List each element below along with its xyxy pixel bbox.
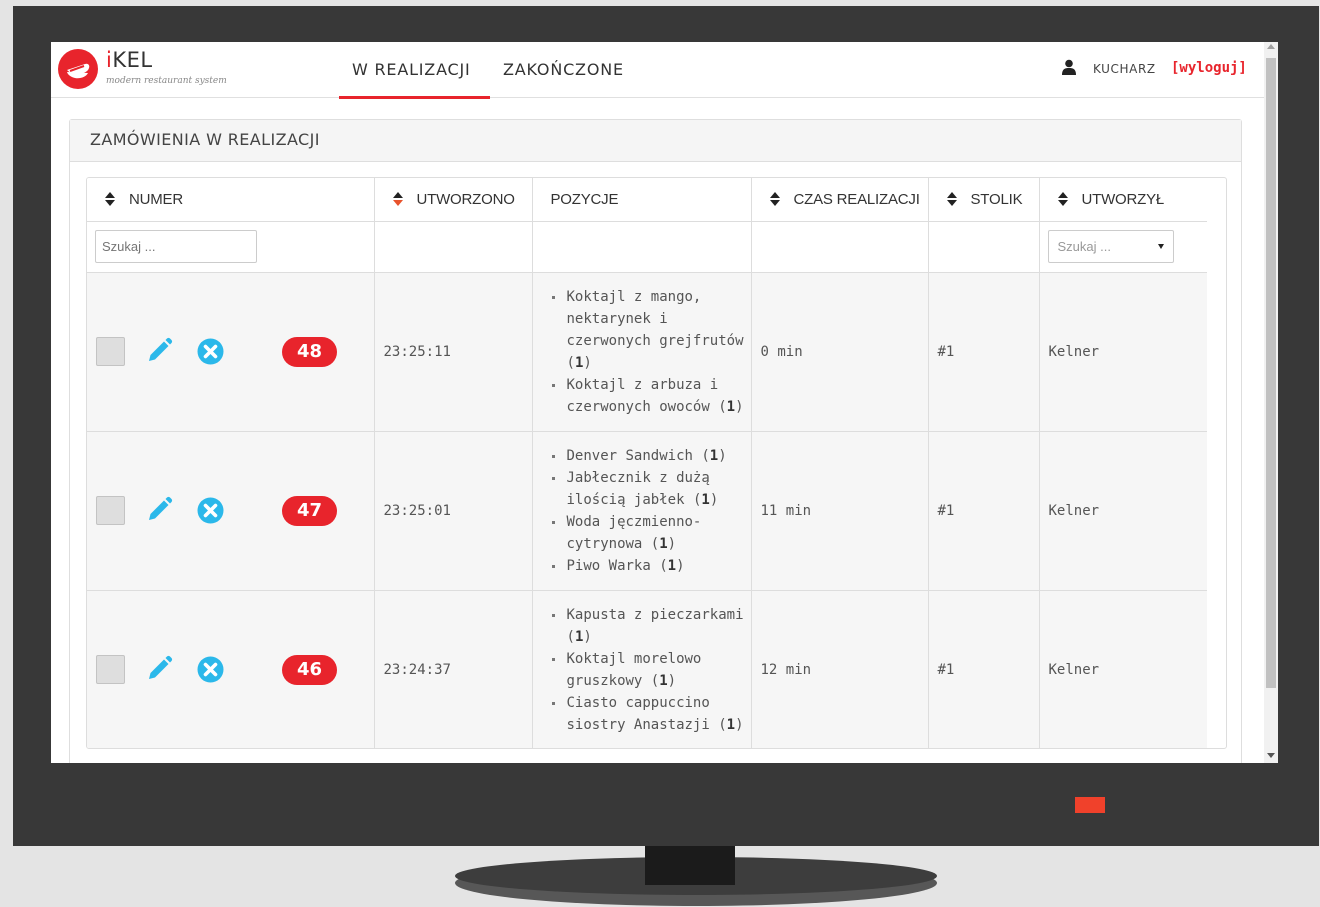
order-number-badge: 46 xyxy=(282,654,337,685)
row-checkbox[interactable] xyxy=(96,495,125,525)
sort-icon xyxy=(1057,191,1068,206)
app-screen: iKEL modern restaurant system W REALIZAC… xyxy=(51,42,1278,763)
pencil-icon[interactable] xyxy=(145,655,173,683)
created-cell: 23:25:01 xyxy=(374,431,533,591)
time-cell: 11 min xyxy=(751,431,929,591)
positions-cell: Denver Sandwich (1) Jabłecznik z dużą il… xyxy=(532,431,752,591)
cancel-icon[interactable] xyxy=(197,338,224,365)
list-item: Denver Sandwich (1) xyxy=(549,445,751,467)
scroll-down-arrow[interactable] xyxy=(1267,753,1275,758)
sort-icon xyxy=(105,191,115,206)
brand-name: iKEL xyxy=(106,48,153,72)
sort-desc-icon xyxy=(392,191,403,206)
active-tab-indicator xyxy=(339,96,490,99)
created-cell: 23:24:37 xyxy=(374,590,533,748)
table-cell: #1 xyxy=(928,272,1040,432)
list-item: Jabłecznik z dużą ilością jabłek (1) xyxy=(549,467,751,511)
user-icon xyxy=(1062,59,1076,75)
cancel-icon[interactable] xyxy=(197,497,224,524)
order-number-badge: 47 xyxy=(282,495,337,526)
monitor-neck xyxy=(645,846,735,885)
panel-title: ZAMÓWIENIA W REALIZACJI xyxy=(70,120,1241,162)
pencil-icon[interactable] xyxy=(145,337,173,365)
created-by-cell: Kelner xyxy=(1039,272,1207,432)
tab-finished[interactable]: ZAKOŃCZONE xyxy=(503,60,624,79)
time-cell: 12 min xyxy=(751,590,929,748)
logo-icon[interactable] xyxy=(58,49,98,89)
column-header-created-by[interactable]: UTWORZYŁ xyxy=(1039,178,1207,222)
column-header-created[interactable]: UTWORZONO xyxy=(374,178,533,222)
logout-link[interactable]: [wyloguj] xyxy=(1171,60,1247,76)
table-cell: #1 xyxy=(928,431,1040,591)
filter-row: Szukaj ... xyxy=(87,221,1207,273)
list-item: Ciasto cappuccino siostry Anastazji (1) xyxy=(549,692,751,736)
order-number-badge: 48 xyxy=(282,336,337,367)
list-item: Koktajl z mango, nektarynek i czerwonych… xyxy=(549,286,751,374)
table-row: 48 23:25:11 Koktajl z mango, nektarynek … xyxy=(87,272,1207,432)
power-led xyxy=(1075,797,1105,813)
time-cell: 0 min xyxy=(751,272,929,432)
list-item: Koktajl z arbuza i czerwonych owoców (1) xyxy=(549,374,751,418)
orders-panel: ZAMÓWIENIA W REALIZACJI NUMER UTWORZONO … xyxy=(69,119,1242,763)
list-item: Kapusta z pieczarkami (1) xyxy=(549,604,751,648)
column-header-positions: POZYCJE xyxy=(532,178,752,222)
number-search-input[interactable] xyxy=(95,230,257,263)
table-row: 47 23:25:01 Denver Sandwich (1) Jabłeczn… xyxy=(87,431,1207,591)
row-checkbox[interactable] xyxy=(96,654,125,684)
sort-icon xyxy=(946,191,957,206)
tab-in-progress[interactable]: W REALIZACJI xyxy=(352,60,471,79)
row-checkbox[interactable] xyxy=(96,336,125,366)
user-role: KUCHARZ xyxy=(1093,62,1156,76)
scroll-thumb[interactable] xyxy=(1266,58,1276,688)
orders-table-container: NUMER UTWORZONO POZYCJE CZAS REALIZACJI … xyxy=(86,177,1227,749)
column-header-table[interactable]: STOLIK xyxy=(928,178,1040,222)
positions-cell: Koktajl z mango, nektarynek i czerwonych… xyxy=(532,272,752,432)
column-header-time[interactable]: CZAS REALIZACJI xyxy=(751,178,929,222)
table-cell: #1 xyxy=(928,590,1040,748)
created-cell: 23:25:11 xyxy=(374,272,533,432)
chevron-down-icon xyxy=(1157,244,1164,249)
list-item: Piwo Warka (1) xyxy=(549,555,751,577)
created-by-select[interactable]: Szukaj ... xyxy=(1047,230,1174,263)
list-item: Woda jęczmienno-cytrynowa (1) xyxy=(549,511,751,555)
table-row: 46 23:24:37 Kapusta z pieczarkami (1) Ko… xyxy=(87,590,1207,748)
top-navbar: iKEL modern restaurant system W REALIZAC… xyxy=(51,42,1264,99)
created-by-cell: Kelner xyxy=(1039,590,1207,748)
brand-subtitle: modern restaurant system xyxy=(106,76,227,86)
created-by-cell: Kelner xyxy=(1039,431,1207,591)
pencil-icon[interactable] xyxy=(145,496,173,524)
scroll-up-arrow[interactable] xyxy=(1267,44,1275,49)
positions-cell: Kapusta z pieczarkami (1) Koktajl morelo… xyxy=(532,590,752,748)
list-item: Koktajl morelowo gruszkowy (1) xyxy=(549,648,751,692)
sort-icon xyxy=(769,191,780,206)
orders-table: NUMER UTWORZONO POZYCJE CZAS REALIZACJI … xyxy=(87,178,1207,748)
cancel-icon[interactable] xyxy=(197,656,224,683)
vertical-scrollbar[interactable] xyxy=(1264,42,1278,763)
column-header-number[interactable]: NUMER xyxy=(87,178,375,222)
